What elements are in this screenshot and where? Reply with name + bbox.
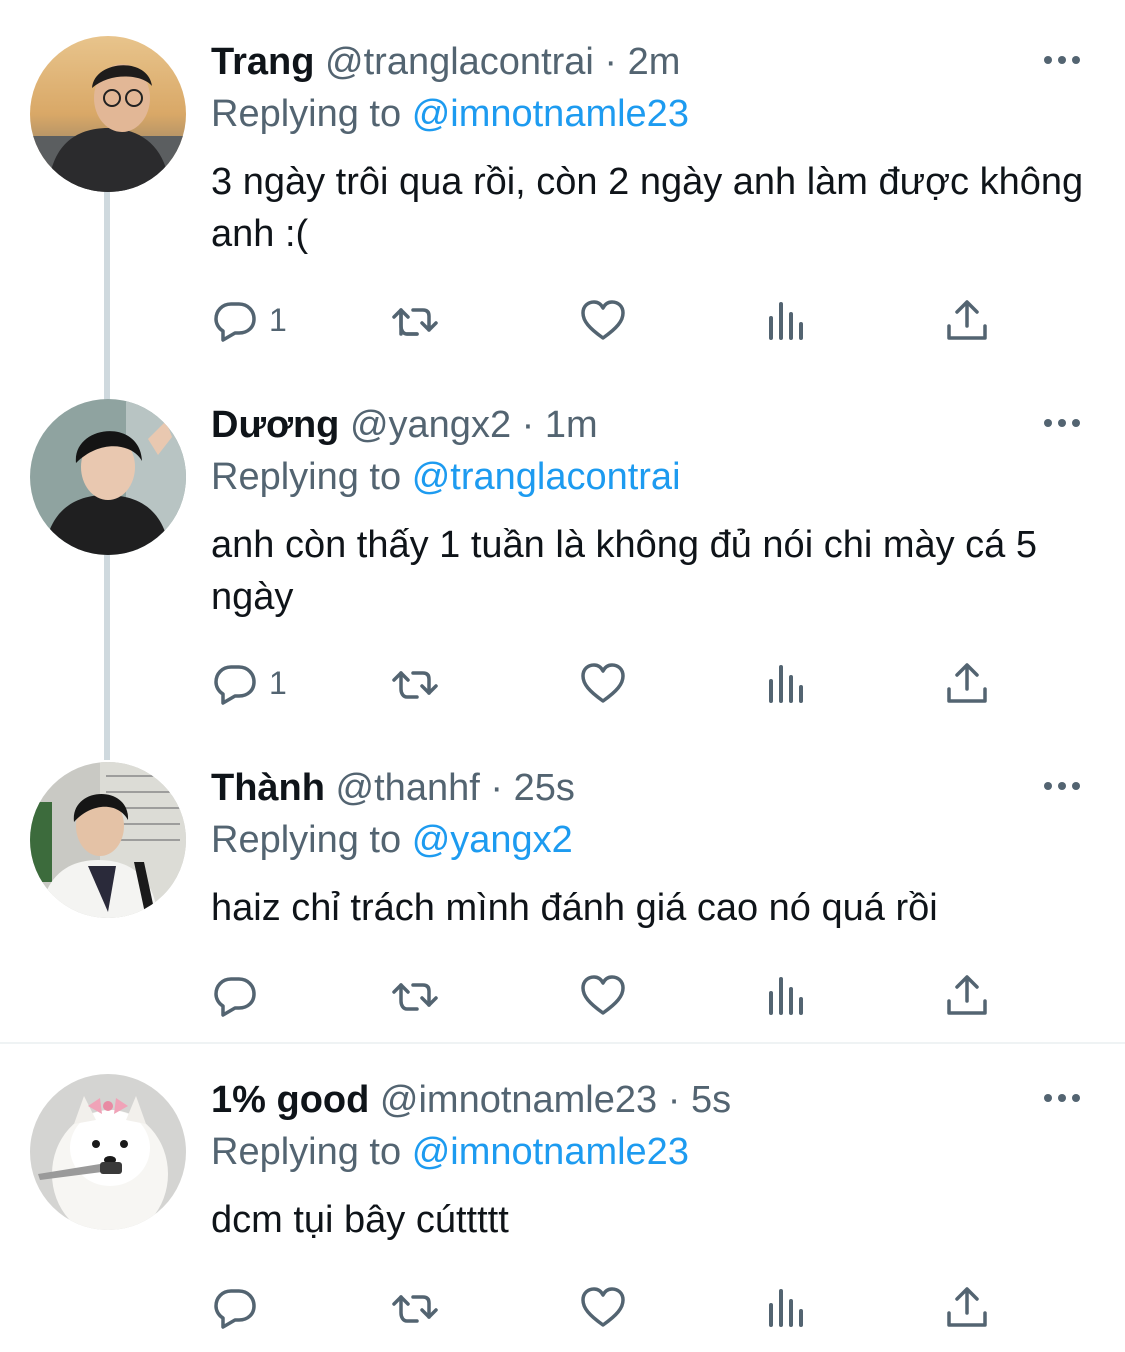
reply-bubble-icon	[214, 665, 256, 705]
heart-icon	[581, 663, 625, 703]
tweet-text: 3 ngày trôi qua rồi, còn 2 ngày anh làm …	[211, 161, 1084, 255]
reply-bubble-icon	[214, 977, 256, 1017]
tweet-divider	[0, 1042, 1125, 1044]
like-button[interactable]	[579, 1282, 627, 1332]
reply-count: 1	[269, 301, 287, 338]
heart-icon	[581, 1287, 625, 1327]
replying-to-label: Replying to	[211, 1131, 402, 1173]
share-button[interactable]	[943, 658, 991, 708]
replying-to: Replying to @yangx2	[211, 816, 573, 864]
share-button[interactable]	[943, 970, 991, 1020]
reply-bubble-icon	[214, 302, 256, 342]
header-separator: ·	[667, 1079, 681, 1121]
replying-to: Replying to @imnotnamle23	[211, 1128, 689, 1176]
tweet-1-percent-good[interactable]: 1% good @imnotnamle23 · 5s Replying to @…	[0, 1074, 1125, 1344]
tweet-actions: 1	[211, 658, 1031, 708]
share-upload-icon	[947, 975, 987, 1015]
views-button[interactable]	[763, 295, 811, 345]
user-handle[interactable]: @thanhf	[336, 767, 480, 809]
user-handle[interactable]: @imnotnamle23	[380, 1079, 657, 1121]
display-name[interactable]: 1% good	[211, 1079, 369, 1121]
reply-button[interactable]	[211, 1282, 269, 1332]
reply-button[interactable]	[211, 970, 269, 1020]
tweet-trang[interactable]: Trang @tranglacontrai · 2m Replying to @…	[0, 36, 1125, 356]
retweet-button[interactable]	[391, 658, 439, 708]
retweet-icon	[392, 308, 438, 336]
share-upload-icon	[947, 663, 987, 703]
views-bar-chart-icon	[769, 665, 803, 703]
timestamp[interactable]: 5s	[691, 1079, 731, 1121]
more-options-button[interactable]	[1042, 413, 1082, 433]
timestamp[interactable]: 1m	[545, 404, 598, 446]
more-options-button[interactable]	[1042, 50, 1082, 70]
heart-icon	[581, 300, 625, 340]
tweet-text: haiz chỉ trách mình đánh giá cao nó quá …	[211, 887, 938, 929]
replying-to-label: Replying to	[211, 93, 402, 135]
display-name[interactable]: Thành	[211, 767, 325, 809]
more-dots-icon	[1044, 782, 1080, 790]
more-dots-icon	[1044, 1094, 1080, 1102]
replying-to-label: Replying to	[211, 819, 402, 861]
replying-to-link[interactable]: @yangx2	[412, 819, 573, 861]
views-bar-chart-icon	[769, 977, 803, 1015]
tweet-actions	[211, 970, 1031, 1020]
tweet-header: 1% good @imnotnamle23 · 5s	[211, 1076, 731, 1124]
share-button[interactable]	[943, 295, 991, 345]
tweet-text: anh còn thấy 1 tuần là không đủ nói chi …	[211, 524, 1037, 618]
tweet-thanh[interactable]: Thành @thanhf · 25s Replying to @yangx2 …	[0, 762, 1125, 1032]
display-name[interactable]: Dương	[211, 404, 339, 446]
avatar-thanh[interactable]	[30, 762, 186, 918]
replying-to: Replying to @tranglacontrai	[211, 453, 681, 501]
header-separator: ·	[490, 767, 503, 809]
avatar-1-percent-good[interactable]	[30, 1074, 186, 1230]
views-button[interactable]	[763, 970, 811, 1020]
display-name[interactable]: Trang	[211, 41, 314, 83]
tweet-text: dcm tụi bây cúttttt	[211, 1199, 509, 1241]
tweet-actions	[211, 1282, 1031, 1332]
retweet-button[interactable]	[391, 295, 439, 345]
replying-to-link[interactable]: @tranglacontrai	[412, 456, 681, 498]
user-handle[interactable]: @yangx2	[350, 404, 511, 446]
views-button[interactable]	[763, 658, 811, 708]
like-button[interactable]	[579, 658, 627, 708]
reply-button[interactable]: 1	[211, 658, 287, 708]
avatar-trang[interactable]	[30, 36, 186, 192]
replying-to-link[interactable]: @imnotnamle23	[412, 93, 689, 135]
reply-count: 1	[269, 664, 287, 701]
retweet-button[interactable]	[391, 1282, 439, 1332]
more-dots-icon	[1044, 419, 1080, 427]
reply-button[interactable]: 1	[211, 295, 287, 345]
timestamp[interactable]: 2m	[628, 41, 681, 83]
more-options-button[interactable]	[1042, 1088, 1082, 1108]
like-button[interactable]	[579, 295, 627, 345]
like-button[interactable]	[579, 970, 627, 1020]
views-bar-chart-icon	[769, 1289, 803, 1327]
share-upload-icon	[947, 1287, 987, 1327]
replying-to-label: Replying to	[211, 456, 402, 498]
header-separator: ·	[604, 41, 618, 83]
views-bar-chart-icon	[769, 302, 803, 340]
more-dots-icon	[1044, 56, 1080, 64]
tweet-header: Thành @thanhf · 25s	[211, 764, 575, 812]
tweet-header: Dương @yangx2 · 1m	[211, 401, 598, 449]
reply-bubble-icon	[214, 1289, 256, 1329]
more-options-button[interactable]	[1042, 776, 1082, 796]
tweet-header: Trang @tranglacontrai · 2m	[211, 38, 680, 86]
timestamp[interactable]: 25s	[514, 767, 575, 809]
share-button[interactable]	[943, 1282, 991, 1332]
share-upload-icon	[947, 300, 987, 340]
views-button[interactable]	[763, 1282, 811, 1332]
avatar-duong[interactable]	[30, 399, 186, 555]
heart-icon	[581, 975, 625, 1015]
tweet-actions: 1	[211, 295, 1031, 345]
replying-to: Replying to @imnotnamle23	[211, 90, 689, 138]
retweet-icon	[392, 983, 438, 1011]
retweet-icon	[392, 671, 438, 699]
tweet-duong[interactable]: Dương @yangx2 · 1m Replying to @tranglac…	[0, 399, 1125, 719]
user-handle[interactable]: @tranglacontrai	[325, 41, 594, 83]
retweet-button[interactable]	[391, 970, 439, 1020]
retweet-icon	[392, 1295, 438, 1323]
replying-to-link[interactable]: @imnotnamle23	[412, 1131, 689, 1173]
header-separator: ·	[521, 404, 535, 446]
